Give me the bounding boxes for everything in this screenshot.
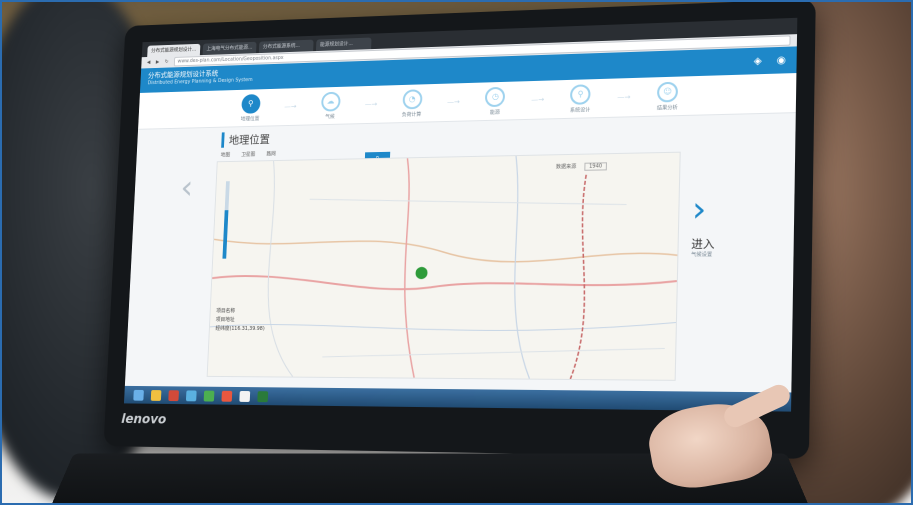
section-title: 地理位置 xyxy=(221,131,271,148)
location-pin-icon: ⚲ xyxy=(241,93,261,114)
map-type-options: 地图 卫星图 路网 xyxy=(221,150,276,158)
project-location-label: 项目地址 xyxy=(215,317,235,324)
forward-icon[interactable]: ▶ xyxy=(156,59,160,65)
step-arrow-icon: —→ xyxy=(617,93,631,102)
step-system[interactable]: ⚲ 系统设计 xyxy=(554,83,608,113)
clock-icon: ◷ xyxy=(485,86,506,107)
app-icon[interactable] xyxy=(168,389,180,401)
gauge-icon: ◔ xyxy=(402,88,423,109)
app-icon[interactable] xyxy=(185,389,197,401)
step-arrow-icon: —→ xyxy=(531,95,545,104)
search-icon: ⚲ xyxy=(570,83,592,105)
map-option[interactable]: 地图 xyxy=(221,151,231,158)
user-icon[interactable]: ◉ xyxy=(777,55,787,67)
step-energy[interactable]: ◷ 能源 xyxy=(469,86,522,116)
enter-label[interactable]: 进入 xyxy=(691,235,715,252)
step-arrow-icon: —→ xyxy=(284,102,297,111)
map-roads xyxy=(207,152,680,380)
browser-tab[interactable]: 分布式能源规划设计... xyxy=(147,43,201,58)
app-icon[interactable] xyxy=(203,390,215,402)
legend-text: 数据来源 xyxy=(555,163,577,171)
step-climate[interactable]: ☁ 气候 xyxy=(305,91,356,120)
step-arrow-icon: —→ xyxy=(364,100,378,109)
refresh-icon[interactable]: ↻ xyxy=(165,59,169,65)
browser-tab[interactable]: 上海电气分布式能源... xyxy=(202,41,257,56)
legend-value[interactable]: 1940 xyxy=(583,162,608,171)
browser-icon[interactable] xyxy=(221,390,233,402)
step-label: 结果分析 xyxy=(656,104,678,112)
next-arrow-icon[interactable]: › xyxy=(692,189,707,230)
prev-arrow-icon[interactable]: ‹ xyxy=(180,168,194,207)
layers-icon[interactable]: ◈ xyxy=(753,56,761,67)
cloud-icon: ☁ xyxy=(320,91,341,112)
project-coords: 经纬度(116.31,39.98) xyxy=(215,325,265,332)
map-option[interactable]: 路网 xyxy=(266,150,276,157)
step-label: 气候 xyxy=(325,113,335,120)
project-name-label: 项目名称 xyxy=(216,308,236,315)
map-option[interactable]: 卫星图 xyxy=(241,151,255,158)
chrome-icon[interactable] xyxy=(239,390,251,402)
photo-scene: 分布式能源规划设计... 上海电气分布式能源... 分布式能源系统... 能源规… xyxy=(0,0,913,505)
step-label: 系统设计 xyxy=(569,106,591,114)
step-load[interactable]: ◔ 负荷计算 xyxy=(386,88,438,118)
app-icon[interactable] xyxy=(257,390,269,402)
browser-tab[interactable]: 分布式能源系统... xyxy=(258,39,314,54)
person-icon: ☺ xyxy=(657,81,679,102)
step-label: 负荷计算 xyxy=(401,111,422,118)
laptop-brand: lenovo xyxy=(120,412,167,428)
project-info: 项目名称 项目地址 经纬度(116.31,39.98) xyxy=(215,307,265,334)
start-icon[interactable] xyxy=(133,389,144,401)
laptop-screen: 分布式能源规划设计... 上海电气分布式能源... 分布式能源系统... 能源规… xyxy=(123,17,798,412)
enter-sublabel: 气候设置 xyxy=(690,251,713,259)
map-view[interactable]: ⬤ 数据来源 1940 项目名称 项目地址 经纬度(116.31,39.98) xyxy=(206,151,681,381)
header-icons: ◈ ◉ xyxy=(753,55,786,67)
legend-label: 数据来源 1940 xyxy=(555,162,608,171)
explorer-icon[interactable] xyxy=(150,389,162,401)
browser-tab[interactable]: 能源规划设计... xyxy=(315,37,372,52)
map-marker-icon[interactable]: ⬤ xyxy=(415,265,429,279)
step-arrow-icon: —→ xyxy=(446,97,460,107)
step-label: 地理位置 xyxy=(240,115,260,122)
step-label: 能源 xyxy=(489,109,500,116)
back-icon[interactable]: ◀ xyxy=(147,60,151,66)
step-location[interactable]: ⚲ 地理位置 xyxy=(226,93,276,122)
laptop-bezel: 分布式能源规划设计... 上海电气分布式能源... 分布式能源系统... 能源规… xyxy=(103,0,816,459)
step-result[interactable]: ☺ 结果分析 xyxy=(640,81,695,112)
